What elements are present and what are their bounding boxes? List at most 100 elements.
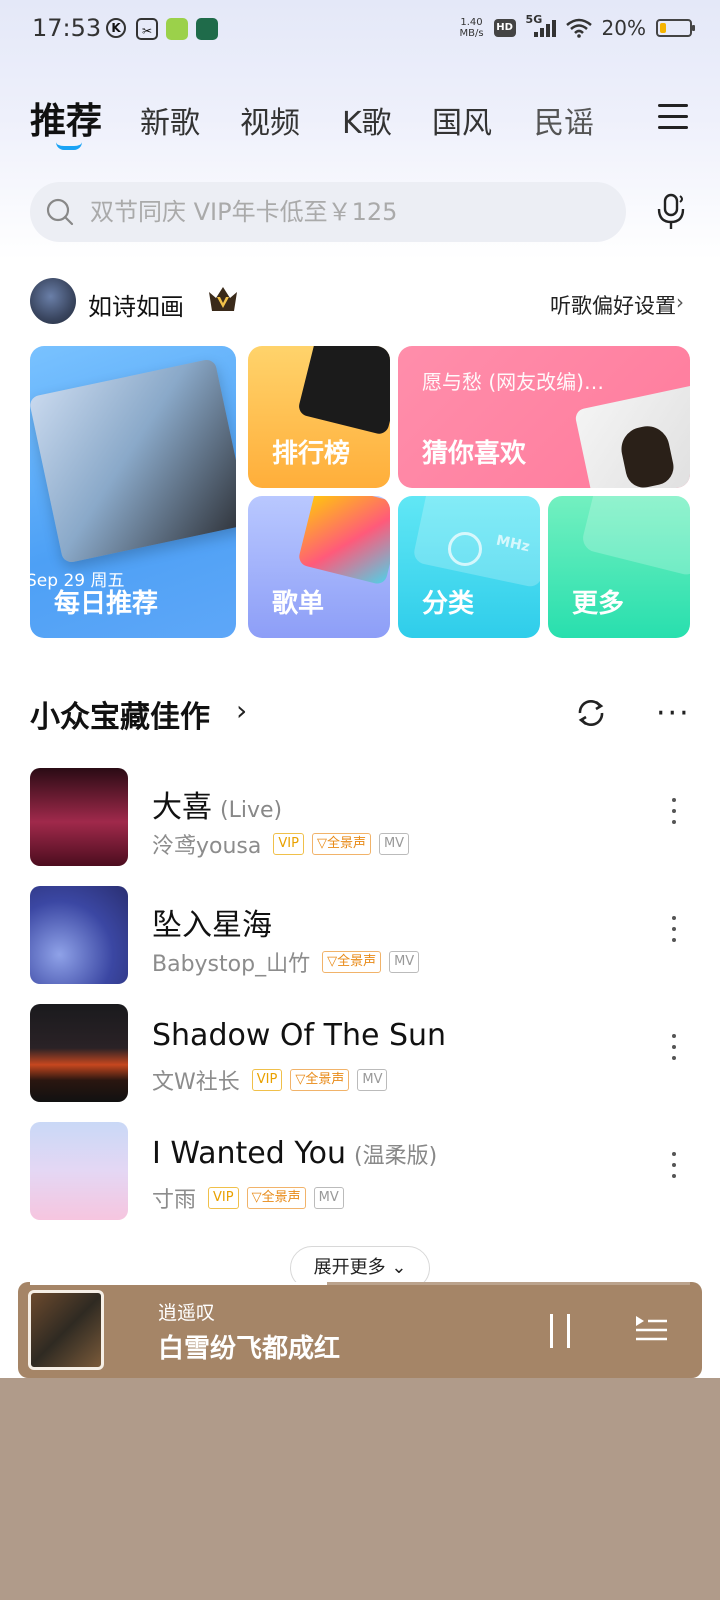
spatial-audio-badge: ▽全景声 [322, 951, 382, 973]
song-cover [30, 886, 128, 984]
song-title-wrap: 坠入星海 [152, 900, 272, 944]
radio-knob-icon [448, 532, 482, 566]
song-tag: (温柔版) [354, 1144, 438, 1169]
guess-label: 猜你喜欢 [422, 439, 527, 469]
avatar-app-icon [196, 18, 218, 40]
mv-badge[interactable]: MV [389, 951, 420, 973]
expand-more-label: 展开更多 [313, 1257, 386, 1278]
song-more-icon[interactable] [672, 798, 678, 831]
spatial-audio-badge: ▽全景声 [311, 833, 371, 855]
song-meta: 泠鸢yousa VIP ▽全景声 MV [152, 828, 410, 860]
chevron-right-icon[interactable]: › [236, 694, 247, 727]
status-bar: 17:53 K ✂ 1.40 MB/s HD 5G 20% [0, 0, 720, 60]
status-time: 17:53 [32, 14, 102, 42]
user-name[interactable]: 如诗如画 [88, 287, 184, 322]
song-meta: 文W社长 VIP ▽全景声 MV [152, 1064, 388, 1096]
now-playing-cover[interactable] [28, 1290, 150, 1370]
category-label: 分类 [422, 589, 475, 619]
playlist-cover-art [297, 496, 390, 586]
song-artist: 文W社长 [152, 1070, 240, 1095]
spatial-audio-badge: ▽全景声 [290, 1069, 350, 1091]
signal-icon: 5G [526, 13, 556, 39]
more-label: 更多 [572, 589, 625, 619]
chevron-right-icon[interactable]: › [676, 290, 684, 314]
more-art [580, 496, 690, 578]
category-card[interactable]: MHz 分类 [398, 496, 540, 638]
vip-crown-icon[interactable] [206, 282, 240, 316]
wifi-icon [565, 18, 592, 38]
song-title-wrap: 大喜 (Live) [152, 782, 282, 826]
search-input[interactable] [90, 182, 610, 242]
daily-recommend-card[interactable]: 每日推荐 [30, 346, 236, 638]
refresh-icon[interactable] [574, 696, 608, 730]
daily-cover-art [30, 358, 236, 564]
playlist-card[interactable]: 歌单 [248, 496, 390, 638]
tab-karaoke[interactable]: K歌 [342, 98, 392, 142]
tab-guofeng[interactable]: 国风 [432, 98, 492, 142]
tab-video[interactable]: 视频 [240, 98, 300, 142]
search-bar[interactable] [30, 182, 626, 242]
chevron-down-icon: ⌄ [391, 1257, 407, 1278]
song-meta: 寸雨 VIP ▽全景声 MV [152, 1182, 344, 1214]
network-type: 5G [525, 13, 543, 26]
song-title: 大喜 [152, 790, 212, 825]
now-playing-artist: 逍遥叹 [158, 1302, 216, 1324]
song-more-icon[interactable] [672, 916, 678, 949]
game-app-icon [166, 18, 188, 40]
net-speed: 1.40 MB/s [459, 17, 483, 39]
song-artist: 泠鸢yousa [152, 834, 262, 859]
status-right: 1.40 MB/s HD 5G 20% [459, 13, 695, 40]
listening-preference-link[interactable]: 听歌偏好设置 [550, 290, 676, 320]
song-row[interactable]: I Wanted You (温柔版) 寸雨 VIP ▽全景声 MV [30, 1122, 690, 1220]
vip-badge: VIP [251, 1069, 283, 1091]
more-card[interactable]: 更多 [548, 496, 690, 638]
net-speed-value: 1.40 [460, 17, 483, 28]
song-row[interactable]: Shadow Of The Sun 文W社长 VIP ▽全景声 MV [30, 1004, 690, 1102]
pause-icon[interactable] [548, 1314, 572, 1348]
bottom-overlay [0, 1378, 720, 1600]
mv-badge[interactable]: MV [313, 1187, 344, 1209]
user-avatar[interactable] [30, 278, 76, 324]
playback-progress [30, 1282, 690, 1285]
playlist-queue-icon[interactable] [634, 1314, 668, 1344]
search-icon [46, 198, 74, 226]
tab-folk[interactable]: 民谣 [534, 98, 594, 142]
vip-badge: VIP [273, 833, 304, 855]
battery-fill [660, 23, 666, 33]
charts-label: 排行榜 [272, 439, 351, 469]
mv-badge[interactable]: MV [378, 833, 410, 855]
category-tabs: 推荐 新歌 视频 K歌 国风 民谣 [30, 92, 650, 152]
song-row[interactable]: 大喜 (Live) 泠鸢yousa VIP ▽全景声 MV [30, 768, 690, 866]
more-options-icon[interactable]: ··· [656, 696, 691, 731]
song-title: Shadow Of The Sun [152, 1018, 447, 1053]
song-cover [30, 1122, 128, 1220]
voice-search-icon[interactable] [654, 192, 690, 232]
song-more-icon[interactable] [672, 1152, 678, 1185]
section-title[interactable]: 小众宝藏佳作 [30, 692, 210, 736]
charts-cover-art [296, 346, 390, 436]
song-cover [30, 768, 128, 866]
active-tab-indicator [56, 142, 82, 150]
menu-icon[interactable] [658, 104, 688, 130]
guess-you-like-card[interactable]: 愿与愁 (网友改编)… 猜你喜欢 [398, 346, 690, 488]
spatial-audio-badge: ▽全景声 [246, 1187, 306, 1209]
battery-percent: 20% [601, 16, 646, 40]
tab-new-songs[interactable]: 新歌 [140, 98, 200, 142]
guess-cover-art [573, 383, 690, 488]
song-title-wrap: I Wanted You (温柔版) [152, 1136, 437, 1171]
song-cover [30, 1004, 128, 1102]
album-cover [28, 1290, 104, 1370]
k-app-icon: K [106, 18, 126, 38]
now-playing-title: 白雪纷飞都成红 [158, 1334, 341, 1364]
song-title: I Wanted You [152, 1136, 347, 1171]
song-title-wrap: Shadow Of The Sun [152, 1018, 446, 1053]
song-row[interactable]: 坠入星海 Babystop_山竹 ▽全景声 MV [30, 886, 690, 984]
song-more-icon[interactable] [672, 1034, 678, 1067]
charts-card[interactable]: 排行榜 [248, 346, 390, 488]
tab-recommend[interactable]: 推荐 [30, 92, 102, 144]
song-artist: 寸雨 [152, 1188, 197, 1213]
mv-badge[interactable]: MV [357, 1069, 388, 1091]
scissors-app-icon: ✂ [136, 18, 158, 40]
net-speed-unit: MB/s [459, 28, 484, 39]
guess-subtitle: 愿与愁 (网友改编)… [422, 370, 604, 394]
